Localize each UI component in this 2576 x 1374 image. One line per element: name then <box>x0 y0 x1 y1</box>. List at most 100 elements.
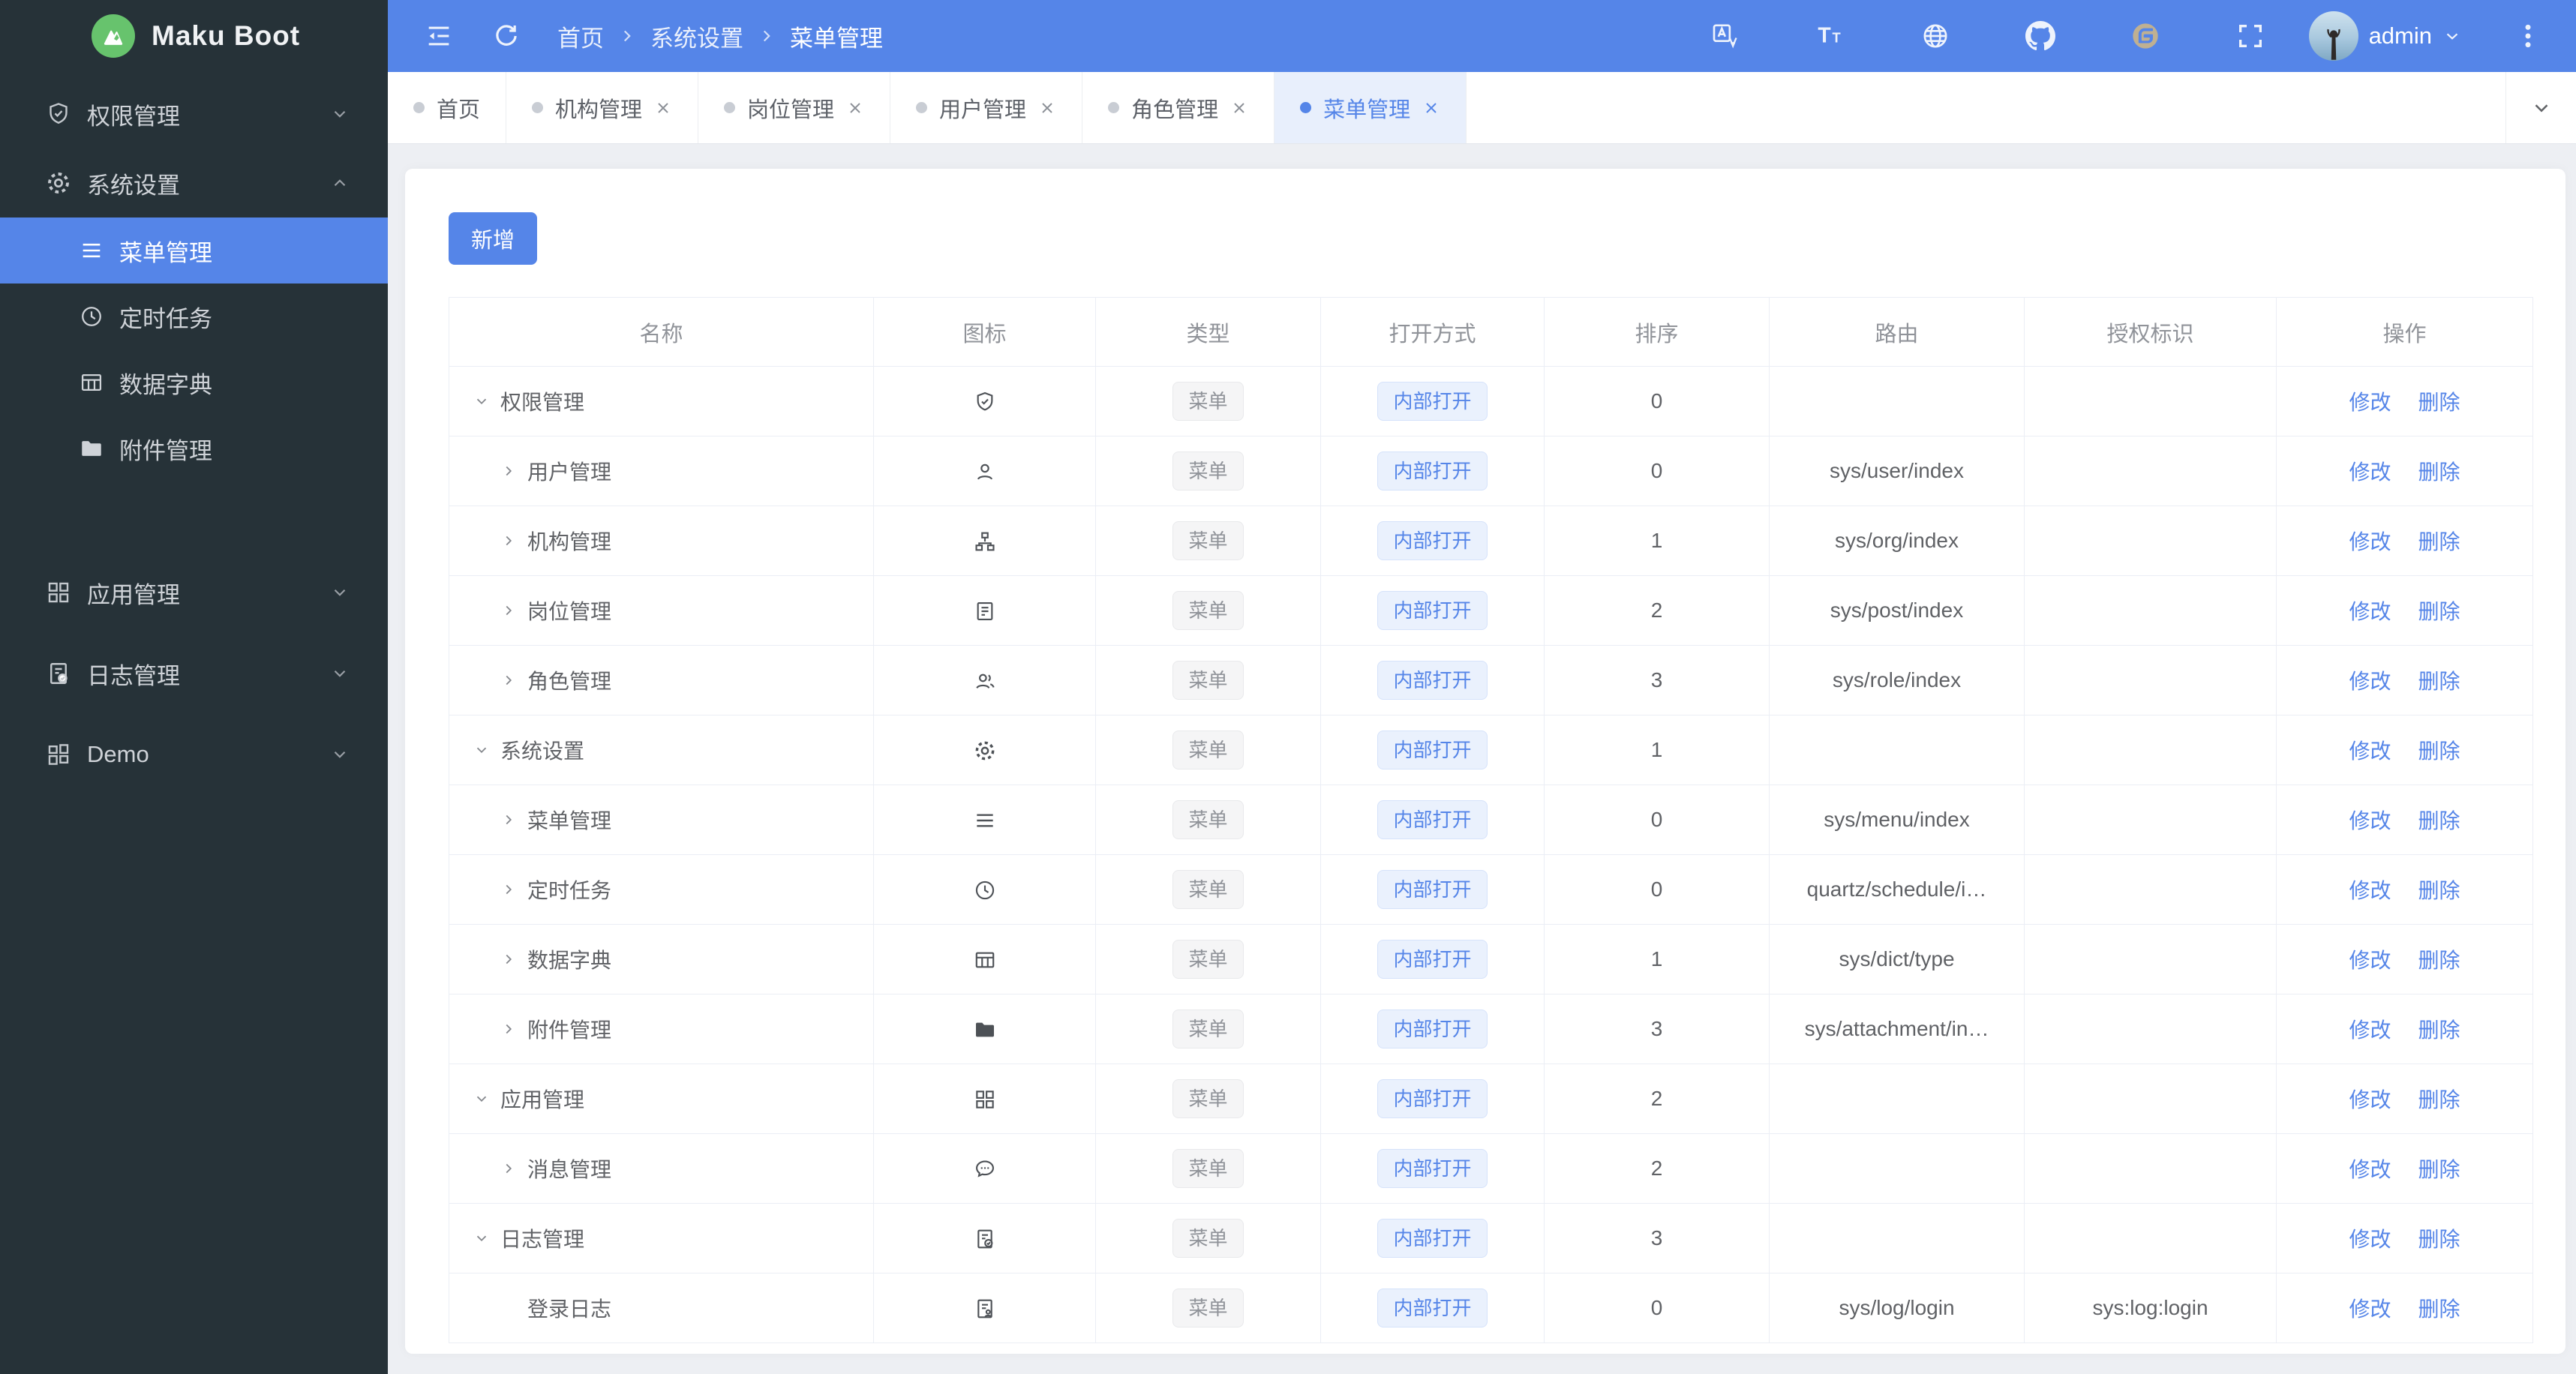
tree-collapse-icon[interactable] <box>469 1230 494 1246</box>
sidebar-subitem-3[interactable]: 数据字典 <box>0 350 388 416</box>
breadcrumb: 首页 系统设置 菜单管理 <box>557 20 883 53</box>
delete-link[interactable]: 删除 <box>2418 740 2460 763</box>
delete-link[interactable]: 删除 <box>2418 879 2460 902</box>
table-row: 用户管理 菜单 内部打开 0 sys/user/index 修改 删除 <box>449 436 2533 506</box>
edit-link[interactable]: 修改 <box>2349 1228 2391 1251</box>
tab-list-dropdown[interactable] <box>2505 72 2576 143</box>
delete-link[interactable]: 删除 <box>2418 1018 2460 1042</box>
delete-link[interactable]: 删除 <box>2418 670 2460 693</box>
tree-expand-icon[interactable] <box>496 602 521 619</box>
sidebar-item-2[interactable]: 系统设置 <box>0 148 388 218</box>
fullscreen-icon[interactable] <box>2229 15 2271 57</box>
navbar-actions: TT admin <box>1704 11 2549 61</box>
tree-expand-icon[interactable] <box>496 532 521 549</box>
edit-link[interactable]: 修改 <box>2349 1088 2391 1112</box>
tab-close-icon[interactable] <box>654 99 672 117</box>
sidebar-item-1[interactable]: 权限管理 <box>0 80 388 148</box>
translate-icon[interactable] <box>1704 15 1746 57</box>
edit-link[interactable]: 修改 <box>2349 600 2391 623</box>
breadcrumb-separator-icon <box>757 26 776 46</box>
cell-sort: 3 <box>1544 645 1770 716</box>
edit-link[interactable]: 修改 <box>2349 670 2391 693</box>
tree-collapse-icon[interactable] <box>469 742 494 758</box>
cell-route: sys/role/index <box>1769 645 2025 716</box>
menu-icon <box>973 808 997 832</box>
user-menu[interactable]: admin <box>2308 11 2462 61</box>
cell-open-mode: 内部打开 <box>1320 854 1545 925</box>
tree-expand-icon[interactable] <box>496 1021 521 1037</box>
cell-open-mode: 内部打开 <box>1320 366 1545 436</box>
edit-link[interactable]: 修改 <box>2349 740 2391 763</box>
edit-link[interactable]: 修改 <box>2349 809 2391 832</box>
tree-expand-icon[interactable] <box>496 812 521 828</box>
delete-link[interactable]: 删除 <box>2418 530 2460 554</box>
sidebar-item-3[interactable]: 应用管理 <box>0 552 388 633</box>
cell-type: 菜单 <box>1095 1273 1321 1343</box>
delete-link[interactable]: 删除 <box>2418 809 2460 832</box>
tree-expand-icon[interactable] <box>496 463 521 479</box>
cell-auth <box>2024 575 2277 646</box>
font-size-icon[interactable]: TT <box>1809 15 1851 57</box>
breadcrumb-item[interactable]: 首页 <box>557 20 604 53</box>
breadcrumb-item[interactable]: 菜单管理 <box>790 20 883 53</box>
github-icon[interactable] <box>2019 15 2061 57</box>
breadcrumb-item[interactable]: 系统设置 <box>650 20 743 53</box>
delete-link[interactable]: 删除 <box>2418 1088 2460 1112</box>
open-mode-tag: 内部打开 <box>1377 940 1488 979</box>
edit-link[interactable]: 修改 <box>2349 1298 2391 1321</box>
delete-link[interactable]: 删除 <box>2418 391 2460 414</box>
delete-link[interactable]: 删除 <box>2418 1158 2460 1181</box>
tree-collapse-icon[interactable] <box>469 393 494 410</box>
more-menu-kebab-icon[interactable] <box>2507 15 2549 57</box>
menu-fold-icon[interactable] <box>418 15 460 57</box>
type-tag: 菜单 <box>1172 1288 1244 1328</box>
app-logo[interactable]: Maku Boot <box>0 0 388 72</box>
tab-close-icon[interactable] <box>1230 99 1248 117</box>
sidebar-subitem-4[interactable]: 附件管理 <box>0 416 388 482</box>
gitee-icon[interactable] <box>2124 15 2166 57</box>
cell-type: 菜单 <box>1095 506 1321 576</box>
tab-close-icon[interactable] <box>1038 99 1056 117</box>
tab-label: 首页 <box>437 98 481 122</box>
edit-link[interactable]: 修改 <box>2349 1018 2391 1042</box>
type-tag: 菜单 <box>1172 1149 1244 1188</box>
tree-expand-icon[interactable] <box>496 1160 521 1177</box>
sidebar-item-4[interactable]: 日志管理 <box>0 633 388 714</box>
globe-icon[interactable] <box>1914 15 1956 57</box>
sidebar-subitem-2[interactable]: 定时任务 <box>0 284 388 350</box>
add-button[interactable]: 新增 <box>449 212 538 265</box>
delete-link[interactable]: 删除 <box>2418 949 2460 972</box>
tab-2[interactable]: 机构管理 <box>506 72 699 143</box>
tree-expand-icon[interactable] <box>496 951 521 968</box>
tree-expand-icon[interactable] <box>496 672 521 688</box>
delete-link[interactable]: 删除 <box>2418 1228 2460 1251</box>
edit-link[interactable]: 修改 <box>2349 391 2391 414</box>
tab-5[interactable]: 角色管理 <box>1082 72 1275 143</box>
tab-1[interactable]: 首页 <box>388 72 507 143</box>
cell-name: 日志管理 <box>449 1203 874 1274</box>
sidebar-subitem-1[interactable]: 菜单管理 <box>0 218 388 284</box>
login-log-icon <box>973 1297 997 1321</box>
delete-link[interactable]: 删除 <box>2418 1298 2460 1321</box>
cell-route: sys/menu/index <box>1769 784 2025 855</box>
edit-link[interactable]: 修改 <box>2349 1158 2391 1181</box>
cell-actions: 修改 删除 <box>2276 1133 2533 1204</box>
tree-expand-icon[interactable] <box>496 881 521 898</box>
sidebar-item-label: 权限管理 <box>87 103 180 130</box>
cell-sort: 2 <box>1544 1064 1770 1134</box>
tab-3[interactable]: 岗位管理 <box>698 72 891 143</box>
delete-link[interactable]: 删除 <box>2418 600 2460 623</box>
tab-close-icon[interactable] <box>1422 99 1440 117</box>
tab-4[interactable]: 用户管理 <box>890 72 1083 143</box>
edit-link[interactable]: 修改 <box>2349 949 2391 972</box>
chevron-down-icon <box>325 664 355 683</box>
tab-close-icon[interactable] <box>846 99 864 117</box>
tree-collapse-icon[interactable] <box>469 1090 494 1107</box>
tab-6[interactable]: 菜单管理 <box>1274 72 1467 143</box>
delete-link[interactable]: 删除 <box>2418 460 2460 484</box>
edit-link[interactable]: 修改 <box>2349 460 2391 484</box>
edit-link[interactable]: 修改 <box>2349 530 2391 554</box>
refresh-icon[interactable] <box>485 15 527 57</box>
sidebar-item-5[interactable]: Demo <box>0 714 388 795</box>
edit-link[interactable]: 修改 <box>2349 879 2391 902</box>
